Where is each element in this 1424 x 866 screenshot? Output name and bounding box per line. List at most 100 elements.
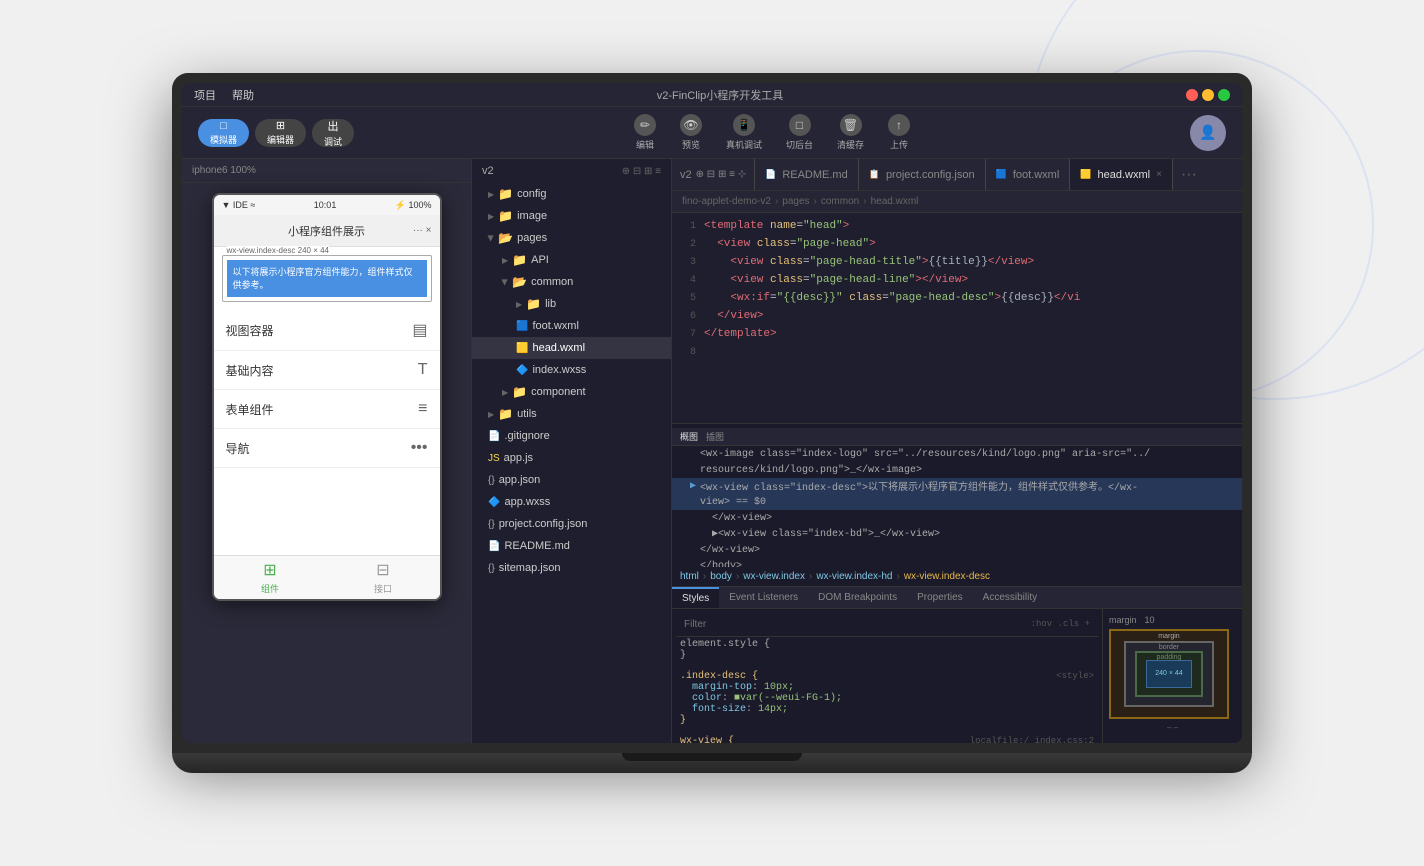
laptop-base xyxy=(172,753,1252,773)
code-text: </template> xyxy=(704,328,777,340)
tree-item-appwxss[interactable]: 🔷 app.wxss xyxy=(472,491,671,513)
tree-item-common[interactable]: ▶ 📂 common xyxy=(472,271,671,293)
debug-button[interactable]: 出 调试 xyxy=(312,119,354,147)
tree-item-readme[interactable]: 📄 README.md xyxy=(472,535,671,557)
tab-readme[interactable]: 📄 README.md xyxy=(755,159,859,190)
phone-device: ▼ IDE ≈ 10:01 ⚡ 100% 小程序组件展示 ··· × xyxy=(212,193,442,601)
tab-footwxml[interactable]: 🟦 foot.wxml xyxy=(986,159,1071,190)
editor-button[interactable]: ⊞ 编辑器 xyxy=(255,119,306,147)
tab-projectconfig[interactable]: 📋 project.config.json xyxy=(859,159,986,190)
elem-bc-wx-hd[interactable]: wx-view.index-hd xyxy=(816,571,892,582)
elem-bc-wx-desc[interactable]: wx-view.index-desc xyxy=(904,571,990,582)
source-tab-source[interactable]: 插图 xyxy=(706,430,724,443)
margin-label: margin xyxy=(1158,633,1179,640)
caret-icon: ▶ xyxy=(488,190,494,199)
list-item[interactable]: 视图容器 ▤ xyxy=(214,310,440,351)
menu-project[interactable]: 项目 xyxy=(194,87,216,103)
css-prop-row: color: ■var(--weui-FG-1); xyxy=(692,693,1094,704)
toolbar-upload-action[interactable]: ↑ 上传 xyxy=(888,114,910,151)
tree-item-head-wxml[interactable]: 🟨 head.wxml xyxy=(472,337,671,359)
phone-tab-components[interactable]: ⊞ 组件 xyxy=(214,560,327,595)
toolbar-background-action[interactable]: □ 切后台 xyxy=(786,114,813,151)
elem-bc-sep: › xyxy=(736,571,739,582)
user-avatar[interactable]: 👤 xyxy=(1190,115,1226,151)
box-dims: – – xyxy=(1109,723,1236,732)
menu-help[interactable]: 帮助 xyxy=(232,87,254,103)
code-editor[interactable]: 1 <template name="head"> 2 <view class="… xyxy=(672,213,1242,423)
tree-item-readme-label: README.md xyxy=(504,540,569,552)
code-line-1: 1 <template name="head"> xyxy=(672,217,1242,235)
folder-icon: 📁 xyxy=(526,297,541,311)
elem-bc-html[interactable]: html xyxy=(680,571,699,582)
elem-bc-body[interactable]: body xyxy=(710,571,732,582)
tree-item-gitignore[interactable]: 📄 .gitignore xyxy=(472,425,671,447)
upload-label: 上传 xyxy=(890,138,908,151)
tree-item-sitemap[interactable]: {} sitemap.json xyxy=(472,557,671,579)
toolbar-device-debug-action[interactable]: 📱 真机调试 xyxy=(726,114,762,151)
source-line: <wx-image class="index-logo" src="../res… xyxy=(672,446,1242,462)
css-prop-name: margin-top xyxy=(692,682,752,693)
list-item[interactable]: 表单组件 ≡ xyxy=(214,390,440,429)
close-button[interactable] xyxy=(1186,89,1198,101)
elem-bc-wx-index[interactable]: wx-view.index xyxy=(743,571,805,582)
styles-tab-breakpoints[interactable]: DOM Breakpoints xyxy=(808,587,907,608)
tree-item-api-label: API xyxy=(531,254,549,266)
phone-nav-more[interactable]: ··· × xyxy=(413,225,432,236)
tab-close-icon[interactable]: × xyxy=(1156,169,1162,180)
toolbar-clear-action[interactable]: 🗑 清缓存 xyxy=(837,114,864,151)
tree-item-appjson[interactable]: {} app.json xyxy=(472,469,671,491)
toolbar-right: 👤 xyxy=(1190,115,1226,151)
tree-item-lib[interactable]: ▶ 📁 lib xyxy=(472,293,671,315)
tree-item-index-wxss[interactable]: 🔷 index.wxss xyxy=(472,359,671,381)
tab-file-icons: ⊕ ⊟ ⊞ ≡ ⊹ xyxy=(696,169,746,180)
maximize-button[interactable] xyxy=(1218,89,1230,101)
phone-tab-interface[interactable]: ⊟ 接口 xyxy=(327,560,440,595)
source-line-selected[interactable]: ▶ <wx-view class="index-desc">以下将展示小程序官方… xyxy=(672,478,1242,494)
styles-tab-accessibility[interactable]: Accessibility xyxy=(973,587,1047,608)
styles-tab-properties[interactable]: Properties xyxy=(907,587,973,608)
styles-tab-events[interactable]: Event Listeners xyxy=(719,587,808,608)
tree-item-component[interactable]: ▶ 📁 component xyxy=(472,381,671,403)
tab-more[interactable]: ··· xyxy=(1173,159,1205,190)
tree-item-pages[interactable]: ▶ 📂 pages xyxy=(472,227,671,249)
simulator-button[interactable]: □ 模拟器 xyxy=(198,119,249,147)
code-text: <view class="page-head-title">{{title}}<… xyxy=(704,256,1034,268)
styles-panel: :hov .cls + element.style { } xyxy=(672,609,1242,744)
tree-item-config[interactable]: ▶ 📁 config xyxy=(472,183,671,205)
breadcrumb-sep: › xyxy=(775,196,778,207)
css-prop-val: 14px; xyxy=(758,704,788,715)
list-item-icon-2: ≡ xyxy=(418,400,427,418)
css-source: localfile:/_index.css:2 xyxy=(970,736,1094,744)
tree-icons[interactable]: ⊕ ⊟ ⊞ ≡ xyxy=(622,166,661,177)
tree-item-image[interactable]: ▶ 📁 image xyxy=(472,205,671,227)
source-tab-outline[interactable]: 概图 xyxy=(680,430,698,443)
code-line-5: 5 <wx:if="{{desc}}" class="page-head-des… xyxy=(672,289,1242,307)
other-file-icon: 📄 xyxy=(488,541,500,552)
laptop-screen: 项目 帮助 v2-FinClip小程序开发工具 □ 模拟器 xyxy=(182,83,1242,743)
tree-item-appjs[interactable]: JS app.js xyxy=(472,447,671,469)
filter-input[interactable] xyxy=(684,619,1027,630)
tree-item-projectconfig[interactable]: {} project.config.json xyxy=(472,513,671,535)
interface-icon: ⊟ xyxy=(376,560,389,580)
tree-item-utils[interactable]: ▶ 📁 utils xyxy=(472,403,671,425)
styles-tab-styles[interactable]: Styles xyxy=(672,587,719,608)
tab-footwxml-icon: 🟦 xyxy=(996,169,1007,180)
tab-projectconfig-label: project.config.json xyxy=(886,169,975,181)
elem-bc-sep: › xyxy=(809,571,812,582)
styles-left: :hov .cls + element.style { } xyxy=(672,609,1102,744)
code-line-8: 8 xyxy=(672,343,1242,361)
tab-headwxml[interactable]: 🟨 head.wxml × xyxy=(1070,159,1173,190)
tree-item-foot-wxml[interactable]: 🟦 foot.wxml xyxy=(472,315,671,337)
list-item[interactable]: 导航 ••• xyxy=(214,429,440,468)
phone-title: 小程序组件展示 xyxy=(288,223,365,239)
tree-item-api[interactable]: ▶ 📁 API xyxy=(472,249,671,271)
source-line-selected-cont: view> == $0 xyxy=(672,494,1242,510)
code-line-2: 2 <view class="page-head"> xyxy=(672,235,1242,253)
status-left: ▼ IDE ≈ xyxy=(222,200,256,210)
css-element-style-label: element.style { xyxy=(680,639,1094,650)
toolbar-edit-action[interactable]: ✏ 编辑 xyxy=(634,114,656,151)
list-item[interactable]: 基础内容 T xyxy=(214,351,440,390)
toolbar-preview-action[interactable]: 👁 预览 xyxy=(680,114,702,151)
minimize-button[interactable] xyxy=(1202,89,1214,101)
css-prop-val: 10px; xyxy=(764,682,794,693)
